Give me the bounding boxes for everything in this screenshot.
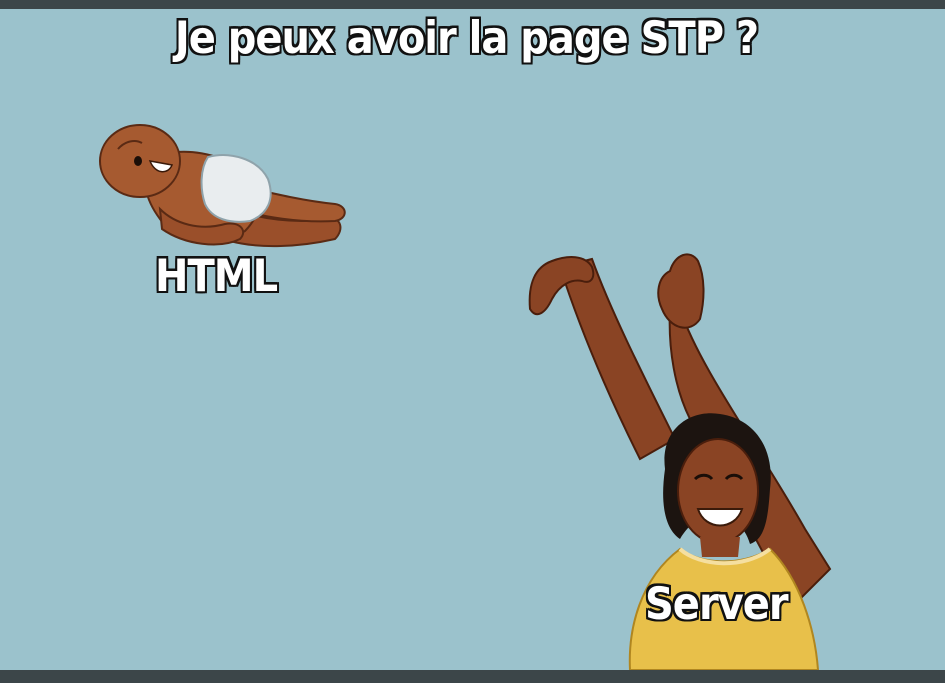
baby-label: HTML — [154, 250, 279, 303]
parent-label: Server — [644, 578, 790, 631]
meme-illustration — [0, 9, 945, 670]
meme-top-caption: Je peux avoir la page STP ? — [174, 12, 760, 65]
top-border — [0, 0, 945, 9]
meme-canvas: Je peux avoir la page STP ? HTML Server — [0, 0, 945, 683]
bottom-border — [0, 670, 945, 683]
